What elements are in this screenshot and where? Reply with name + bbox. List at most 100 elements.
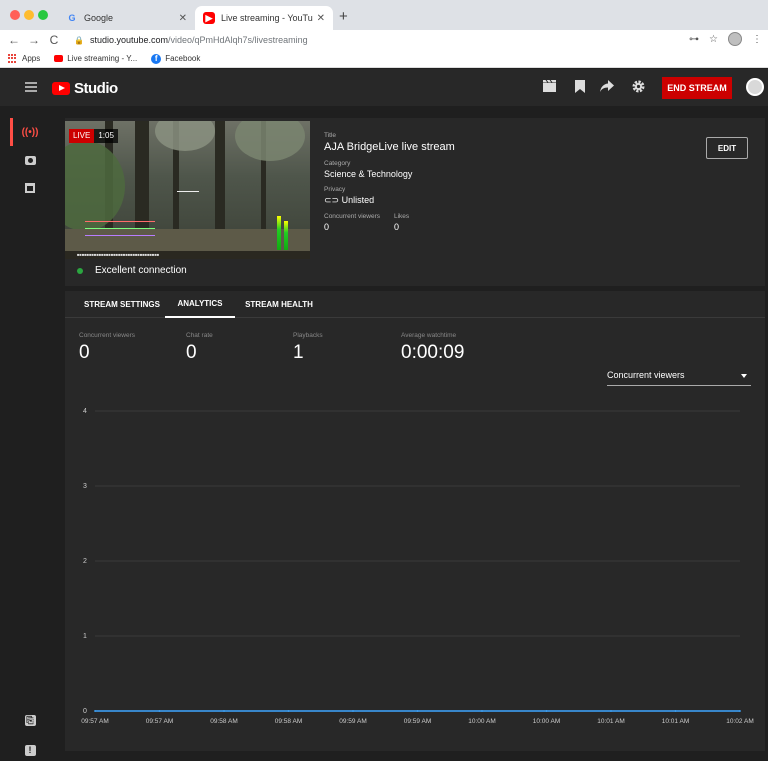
chart-x-tick-label: 10:00 AM (533, 718, 560, 725)
close-window-button[interactable] (10, 10, 20, 20)
tab-title: Google (84, 13, 114, 23)
end-stream-button[interactable]: END STREAM (662, 77, 732, 99)
tab-analytics[interactable]: ANALYTICS (165, 291, 235, 318)
waveform-line (85, 221, 155, 222)
address-bar[interactable]: 🔒 studio.youtube.com/video/qPmHdAlqh7s/l… (74, 35, 308, 45)
crosshair-line (177, 191, 199, 192)
stat-chat-rate: Chat rate 0 (186, 332, 213, 364)
concurrent-viewers-value: 0 (324, 222, 330, 232)
stat-label: Average watchtime (401, 332, 457, 339)
browser-tab-google[interactable]: G Google ✕ (58, 6, 195, 30)
more-menu-icon[interactable]: ⋮ (752, 34, 762, 45)
stream-category: Science & Technology (324, 169, 413, 179)
maximize-window-button[interactable] (38, 10, 48, 20)
close-tab-icon[interactable]: ✕ (179, 13, 187, 24)
youtube-icon: ▶ (203, 12, 215, 24)
studio-header: Studio END STREAM (0, 69, 768, 106)
new-tab-button[interactable]: + (339, 9, 348, 24)
preview-foliage (235, 121, 305, 161)
stat-value: 0:00:09 (401, 342, 465, 363)
waveform-line (85, 228, 155, 229)
audio-meter (277, 216, 281, 250)
chart-y-tick-label: 2 (83, 558, 87, 565)
menu-icon[interactable] (25, 82, 37, 92)
rail-item-copy[interactable]: ⎘ (0, 710, 60, 730)
metric-dropdown[interactable]: Concurrent viewers (607, 370, 751, 386)
waveform-line (85, 235, 155, 236)
bookmark-label: Live streaming - Y... (67, 54, 138, 63)
profile-icon[interactable] (728, 32, 742, 46)
stat-label: Concurrent viewers (79, 332, 135, 339)
chart-x-tick-label: 09:59 AM (404, 718, 431, 725)
chart-data-point (158, 710, 161, 712)
rail-item-webcam[interactable] (0, 150, 60, 170)
stream-title: AJA BridgeLive live stream (324, 141, 455, 153)
chart-x-tick-label: 09:59 AM (339, 718, 366, 725)
chart-data-point (481, 710, 483, 712)
stat-label: Chat rate (186, 332, 213, 339)
avatar[interactable] (746, 78, 764, 96)
bookmark-live-streaming[interactable]: Live streaming - Y... (54, 54, 137, 63)
rail-item-feedback[interactable]: ! (0, 740, 60, 760)
chart-x-tick-label: 09:58 AM (275, 718, 302, 725)
chart-x-tick-label: 09:58 AM (210, 718, 237, 725)
bookmark-apps[interactable]: Apps (8, 53, 41, 64)
url-path: /video/qPmHdAlqh7s/livestreaming (168, 35, 308, 45)
tab-stream-health[interactable]: STREAM HEALTH (241, 291, 317, 318)
minimize-window-button[interactable] (24, 10, 34, 20)
stream-privacy: ⊂⊃ Unlisted (324, 195, 455, 206)
clapperboard-icon[interactable] (542, 79, 556, 94)
rail-item-manage[interactable] (0, 178, 60, 198)
browser-toolbar: ← → C 🔒 studio.youtube.com/video/qPmHdAl… (0, 30, 768, 50)
stat-value: 1 (293, 342, 304, 363)
close-tab-icon[interactable]: ✕ (317, 13, 325, 24)
star-icon[interactable]: ☆ (709, 34, 718, 45)
bookmark-facebook[interactable]: f Facebook (151, 53, 201, 64)
chart-x-tick-label: 09:57 AM (81, 718, 108, 725)
copy-icon: ⎘ (24, 714, 36, 726)
key-icon[interactable]: ⊶ (689, 34, 699, 45)
privacy-value: Unlisted (341, 195, 375, 205)
chevron-down-icon (741, 374, 747, 378)
back-arrow-icon[interactable]: ← (4, 33, 24, 47)
chart-x-tick-label: 10:00 AM (468, 718, 495, 725)
rail-item-live[interactable]: ((•)) (0, 118, 60, 146)
chart-x-tick-label: 10:01 AM (662, 718, 689, 725)
live-icon: ((•)) (21, 126, 39, 138)
camera-icon (24, 155, 36, 165)
chart-data-point (223, 710, 225, 712)
bookmark-icon[interactable] (573, 80, 587, 94)
stat-playbacks: Playbacks 1 (293, 332, 323, 364)
youtube-logo-icon (52, 82, 70, 95)
chart-y-tick-label: 4 (83, 408, 87, 415)
gear-icon[interactable] (631, 80, 645, 94)
edit-button[interactable]: EDIT (706, 137, 748, 159)
browser-tab-youtube-studio[interactable]: ▶ Live streaming - YouTube Studio ✕ (195, 6, 333, 30)
stat-concurrent-viewers: Concurrent viewers 0 (79, 332, 135, 364)
status-dot-icon (77, 267, 83, 274)
bookmark-label: Facebook (165, 54, 201, 63)
google-icon: G (68, 13, 76, 23)
studio-logo[interactable]: Studio (52, 80, 118, 97)
chart-data-point (352, 710, 354, 712)
analytics-tabs: STREAM SETTINGS ANALYTICS STREAM HEALTH (65, 291, 765, 318)
title-label: Title (324, 132, 337, 139)
chart-data-point (416, 710, 419, 712)
tab-title: Live streaming - YouTube Studio (221, 13, 313, 23)
live-label: LIVE (69, 129, 95, 143)
reload-icon[interactable]: C (44, 33, 64, 47)
apps-grid-icon (8, 53, 18, 64)
facebook-icon: f (151, 53, 162, 64)
chart-data-point (674, 710, 677, 712)
forward-arrow-icon[interactable]: → (24, 33, 44, 47)
bookmark-label: Apps (22, 54, 41, 63)
stream-preview[interactable]: ■■■■■■■■■■■■■■■■■■■■■■■■■■■■■■■■■■ LIVE … (65, 121, 310, 259)
chart-svg: 0 1 2 3 4 09:57 AM 09:57 AM 09:58 AM 09:58 AM 09:… (81, 408, 753, 725)
stat-value: 0 (186, 342, 197, 363)
share-icon[interactable] (600, 80, 614, 94)
chart-y-tick-label: 3 (83, 483, 87, 490)
viewers-chart: 0 1 2 3 4 09:57 AM 09:57 AM 09:58 AM 09:58 AM 09:… (65, 401, 765, 731)
tab-stream-settings[interactable]: STREAM SETTINGS (79, 291, 165, 318)
preview-foliage (155, 121, 215, 151)
stream-metadata: Title AJA BridgeLive live stream Categor… (324, 132, 455, 232)
